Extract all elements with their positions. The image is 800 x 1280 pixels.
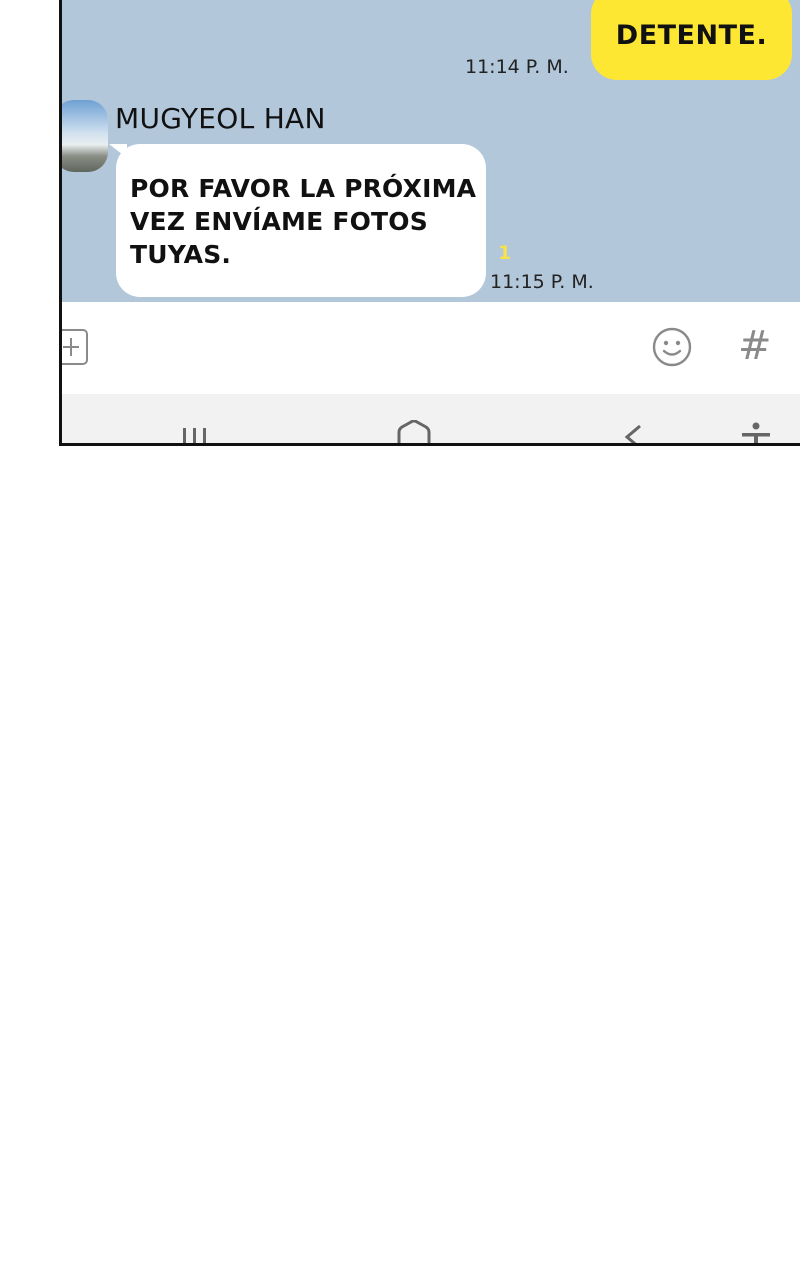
avatar[interactable]: [62, 100, 108, 172]
received-message-bubble[interactable]: POR FAVOR LA PRÓXIMA VEZ ENVÍAME FOTOS T…: [116, 144, 486, 297]
recents-icon[interactable]: [180, 428, 210, 446]
back-icon[interactable]: [622, 424, 644, 446]
phone-screenshot-panel: DETENTE. 11:14 P. M. MUGYEOL HAN POR FAV…: [59, 0, 800, 446]
message-input-bar[interactable]: #: [62, 302, 800, 394]
received-message-line: POR FAVOR LA PRÓXIMA: [130, 174, 477, 203]
plus-icon[interactable]: [62, 329, 88, 365]
sent-message-text: DETENTE.: [615, 20, 768, 51]
hash-icon[interactable]: #: [738, 324, 772, 368]
sent-message-bubble[interactable]: DETENTE.: [591, 0, 792, 80]
sender-name: MUGYEOL HAN: [115, 102, 326, 135]
accessibility-icon[interactable]: [740, 422, 772, 446]
received-message-line: VEZ ENVÍAME FOTOS: [130, 207, 428, 236]
home-icon[interactable]: [396, 420, 432, 446]
page: DETENTE. 11:14 P. M. MUGYEOL HAN POR FAV…: [0, 0, 800, 1280]
received-message-line: TUYAS.: [130, 240, 232, 269]
system-navigation-bar: [62, 394, 800, 446]
received-message-time: 11:15 P. M.: [490, 271, 594, 293]
emoji-icon[interactable]: [652, 327, 692, 367]
unread-count-badge: 1: [498, 242, 512, 264]
chat-area[interactable]: DETENTE. 11:14 P. M. MUGYEOL HAN POR FAV…: [62, 0, 800, 302]
sent-message-time: 11:14 P. M.: [465, 56, 569, 78]
